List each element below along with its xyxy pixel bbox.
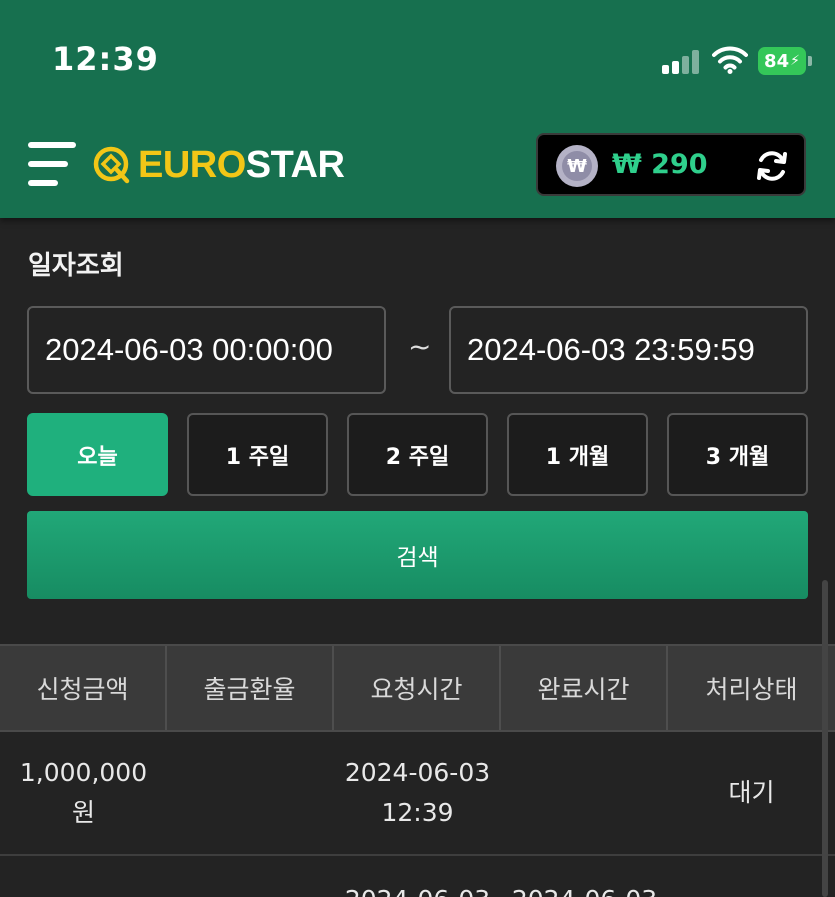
request-time: 12:39 [381,798,454,827]
range-1week-button[interactable]: 1 주일 [187,413,328,496]
date-from-value: 2024-06-03 00:00:00 [45,332,333,367]
battery-level: 84 [764,50,790,72]
app-header: 12:39 84 ⚡ EUROSTAR ₩ ₩ 290 [0,0,835,218]
logo-text-star: STAR [245,143,345,186]
cell-amount: 1,000,000 원 [0,732,167,854]
request-date: 2024-06-03 [344,758,491,787]
logo-text-euro: EURO [138,143,246,186]
cell-status: 대기 [668,732,835,854]
cell-amount [0,858,167,897]
page-scrollbar[interactable] [822,580,828,897]
cell-complete-time [501,732,668,854]
date-from-input[interactable]: 2024-06-03 00:00:00 [27,306,386,394]
hamburger-menu-button[interactable] [28,140,78,188]
balance-amount: ₩ 290 [612,149,708,180]
date-to-input[interactable]: 2024-06-03 23:59:59 [449,306,808,394]
request-date: 2024-06-03 [345,880,490,897]
date-range-separator: ~ [408,330,432,363]
status-time: 12:39 [52,40,159,78]
logo-mark-icon [93,146,130,184]
cell-rate [167,732,334,854]
battery-tip [808,56,812,66]
cell-request-time: 2024-06-03 [334,858,501,897]
date-to-value: 2024-06-03 23:59:59 [467,332,755,367]
complete-date: 2024-06-03 [512,880,657,897]
cell-request-time: 2024-06-03 12:39 [334,732,501,854]
status-value: 대기 [728,778,775,807]
table-row: 2024-06-03 2024-06-03 [0,858,835,897]
range-2week-button[interactable]: 2 주일 [347,413,488,496]
balance-widget: ₩ ₩ 290 [536,133,806,196]
table-row: 1,000,000 원 2024-06-03 12:39 대기 [0,732,835,856]
cell-complete-time: 2024-06-03 [501,858,668,897]
header-complete-time: 완료시간 [501,646,668,730]
range-1month-button[interactable]: 1 개월 [507,413,648,496]
amount-unit: 원 [71,798,95,827]
search-button[interactable]: 검색 [27,511,808,599]
amount-value: 1,000,000 [19,758,148,787]
wifi-icon [712,46,748,74]
cell-rate [167,858,334,897]
table-header: 신청금액 출금환율 요청시간 완료시간 처리상태 [0,644,835,732]
cell-status [668,858,835,897]
section-title: 일자조회 [28,251,124,281]
header-amount: 신청금액 [0,646,167,730]
eurostar-logo[interactable]: EUROSTAR [92,140,345,190]
header-rate: 출금환율 [167,646,334,730]
header-status: 처리상태 [705,675,798,704]
range-today-button[interactable]: 오늘 [27,413,168,496]
header-request-time: 요청시간 [334,646,501,730]
charging-bolt-icon: ⚡ [790,53,800,69]
range-3month-button[interactable]: 3 개월 [667,413,808,496]
battery-indicator: 84 ⚡ [758,47,806,75]
cellular-signal-icon [662,50,702,74]
refresh-icon[interactable] [754,148,790,184]
won-coin-icon: ₩ [556,145,598,187]
